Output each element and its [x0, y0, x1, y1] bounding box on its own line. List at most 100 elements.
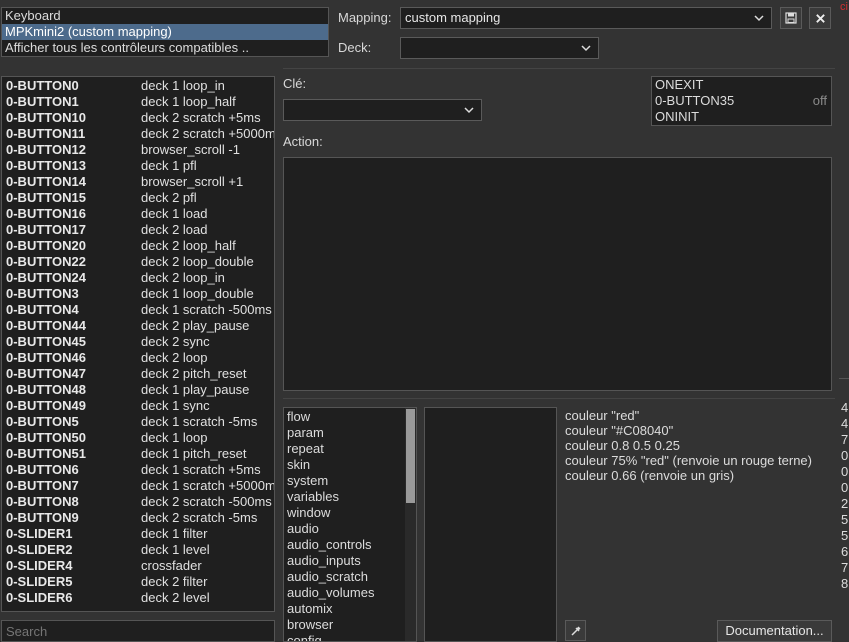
mapping-row[interactable]: 0-BUTTON3 deck 1 loop_double — [2, 286, 274, 302]
mapping-key: 0-BUTTON8 — [6, 494, 79, 509]
mapping-row[interactable]: 0-SLIDER2 deck 1 level — [2, 542, 274, 558]
category-item[interactable]: audio_controls — [284, 537, 416, 553]
editor-divider — [283, 398, 835, 399]
mapping-action: deck 1 scratch -5ms — [141, 414, 258, 429]
mapping-row[interactable]: 0-BUTTON13 deck 1 pfl — [2, 158, 274, 174]
event-row[interactable]: ONEXIT — [652, 77, 831, 93]
mapping-row[interactable]: 0-SLIDER6 deck 2 level — [2, 590, 274, 606]
mapping-key: 0-SLIDER6 — [6, 590, 73, 605]
mapping-list[interactable]: 0-BUTTON0 deck 1 loop_in 0-BUTTON1 deck 1 l… — [1, 76, 275, 612]
category-item[interactable]: config — [284, 633, 416, 641]
mapping-action: crossfader — [141, 558, 202, 573]
mapping-key: 0-SLIDER5 — [6, 574, 73, 589]
mapping-row[interactable]: 0-BUTTON10 deck 2 scratch +5ms — [2, 110, 274, 126]
mapping-row[interactable]: 0-BUTTON45 deck 2 sync — [2, 334, 274, 350]
category-item[interactable]: audio — [284, 521, 416, 537]
category-item[interactable]: automix — [284, 601, 416, 617]
controller-source-item[interactable]: Keyboard — [2, 8, 328, 24]
category-scrollbar-thumb[interactable] — [406, 409, 415, 503]
edge-digit: 2 — [841, 496, 849, 511]
mapping-row[interactable]: 0-BUTTON11 deck 2 scratch +5000m — [2, 126, 274, 142]
mapping-row[interactable]: 0-BUTTON46 deck 2 loop — [2, 350, 274, 366]
mapping-row[interactable]: 0-BUTTON14 browser_scroll +1 — [2, 174, 274, 190]
category-item[interactable]: flow — [284, 409, 416, 425]
close-mapping-button[interactable] — [809, 7, 831, 29]
mapping-row[interactable]: 0-BUTTON1 deck 1 loop_half — [2, 94, 274, 110]
mapping-row[interactable]: 0-BUTTON5 deck 1 scratch -5ms — [2, 414, 274, 430]
mapping-row[interactable]: 0-BUTTON4 deck 1 scratch -500ms — [2, 302, 274, 318]
mapping-row[interactable]: 0-BUTTON22 deck 2 loop_double — [2, 254, 274, 270]
category-item[interactable]: audio_inputs — [284, 553, 416, 569]
mapping-action: deck 1 filter — [141, 526, 208, 541]
category-item[interactable]: system — [284, 473, 416, 489]
category-item[interactable]: param — [284, 425, 416, 441]
mapping-row[interactable]: 0-SLIDER4 crossfader — [2, 558, 274, 574]
mapping-key: 0-BUTTON11 — [6, 126, 86, 141]
mapping-key: 0-BUTTON0 — [6, 78, 79, 93]
mapping-row[interactable]: 0-BUTTON0 deck 1 loop_in — [2, 78, 274, 94]
mapping-row[interactable]: 0-BUTTON6 deck 1 scratch +5ms — [2, 462, 274, 478]
mapping-key: 0-BUTTON9 — [6, 510, 79, 525]
controller-source-item[interactable]: MPKmini2 (custom mapping) — [2, 24, 328, 40]
controller-source-item[interactable]: Afficher tous les contrôleurs compatible… — [2, 40, 328, 56]
mapping-row[interactable]: 0-BUTTON7 deck 1 scratch +5000m — [2, 478, 274, 494]
mapping-row[interactable]: 0-BUTTON17 deck 2 load — [2, 222, 274, 238]
mapping-row[interactable]: 0-BUTTON24 deck 2 loop_in — [2, 270, 274, 286]
help-example-line: couleur 0.66 (renvoie un gris) — [565, 468, 735, 483]
category-item[interactable]: audio_volumes — [284, 585, 416, 601]
mapping-key: 0-BUTTON24 — [6, 270, 86, 285]
controller-source-list[interactable]: Keyboard MPKmini2 (custom mapping) Affiche… — [1, 7, 329, 57]
mapping-row[interactable]: 0-BUTTON15 deck 2 pfl — [2, 190, 274, 206]
function-list[interactable] — [424, 407, 557, 642]
mapping-row[interactable]: 0-BUTTON49 deck 1 sync — [2, 398, 274, 414]
mapping-row[interactable]: 0-BUTTON44 deck 2 play_pause — [2, 318, 274, 334]
category-item[interactable]: browser — [284, 617, 416, 633]
mapping-action: deck 1 loop_double — [141, 286, 254, 301]
category-item[interactable]: window — [284, 505, 416, 521]
save-mapping-button[interactable] — [780, 7, 802, 29]
mapping-row[interactable]: 0-SLIDER1 deck 1 filter — [2, 526, 274, 542]
category-item[interactable]: variables — [284, 489, 416, 505]
mapping-key: 0-BUTTON22 — [6, 254, 86, 269]
mapping-key: 0-BUTTON50 — [6, 430, 86, 445]
documentation-button[interactable]: Documentation... — [717, 620, 832, 642]
mapping-select[interactable]: custom mapping — [400, 7, 772, 29]
mapping-action: deck 1 pfl — [141, 158, 197, 173]
mapping-key: 0-SLIDER1 — [6, 526, 73, 541]
mapping-row[interactable]: 0-BUTTON47 deck 2 pitch_reset — [2, 366, 274, 382]
deck-select[interactable] — [400, 37, 599, 59]
mapping-key: 0-BUTTON1 — [6, 94, 79, 109]
mapping-action: deck 1 pitch_reset — [141, 446, 247, 461]
category-item[interactable]: repeat — [284, 441, 416, 457]
search-input[interactable] — [2, 621, 274, 641]
mapping-key: 0-SLIDER4 — [6, 558, 73, 573]
mapping-row[interactable]: 0-BUTTON9 deck 2 scratch -5ms — [2, 510, 274, 526]
mapping-key: 0-BUTTON7 — [6, 478, 79, 493]
mapping-row[interactable]: 0-BUTTON48 deck 1 play_pause — [2, 382, 274, 398]
event-row[interactable]: ONINIT — [652, 109, 831, 125]
mapping-row[interactable]: 0-SLIDER5 deck 2 filter — [2, 574, 274, 590]
category-item[interactable]: skin — [284, 457, 416, 473]
mapping-row[interactable]: 0-BUTTON51 deck 1 pitch_reset — [2, 446, 274, 462]
mapping-key: 0-BUTTON6 — [6, 462, 79, 477]
mapping-row[interactable]: 0-BUTTON50 deck 1 loop — [2, 430, 274, 446]
action-editor[interactable] — [283, 157, 832, 391]
color-picker-button[interactable] — [565, 620, 586, 641]
mapping-row[interactable]: 0-BUTTON16 deck 1 load — [2, 206, 274, 222]
mapping-select-value: custom mapping — [405, 10, 501, 25]
event-row[interactable]: 0-BUTTON35 off — [652, 93, 831, 109]
event-list[interactable]: ONEXIT 0-BUTTON35 off ONINIT — [651, 76, 832, 126]
edge-digit: 7 — [841, 432, 849, 447]
mapping-row[interactable]: 0-BUTTON12 browser_scroll -1 — [2, 142, 274, 158]
event-state: off — [812, 93, 827, 108]
category-item[interactable]: audio_scratch — [284, 569, 416, 585]
mapping-row[interactable]: 0-BUTTON20 deck 2 loop_half — [2, 238, 274, 254]
mapping-action: deck 1 sync — [141, 398, 210, 413]
mapping-row[interactable]: 0-BUTTON8 deck 2 scratch -500ms — [2, 494, 274, 510]
key-select[interactable] — [283, 99, 482, 121]
search-field-box[interactable] — [1, 620, 275, 642]
category-list[interactable]: flow param repeat skin system variables window… — [283, 407, 417, 642]
edge-divider — [839, 378, 849, 379]
edge-digit: 8 — [841, 576, 849, 591]
mapping-action: deck 1 loop_in — [141, 78, 225, 93]
